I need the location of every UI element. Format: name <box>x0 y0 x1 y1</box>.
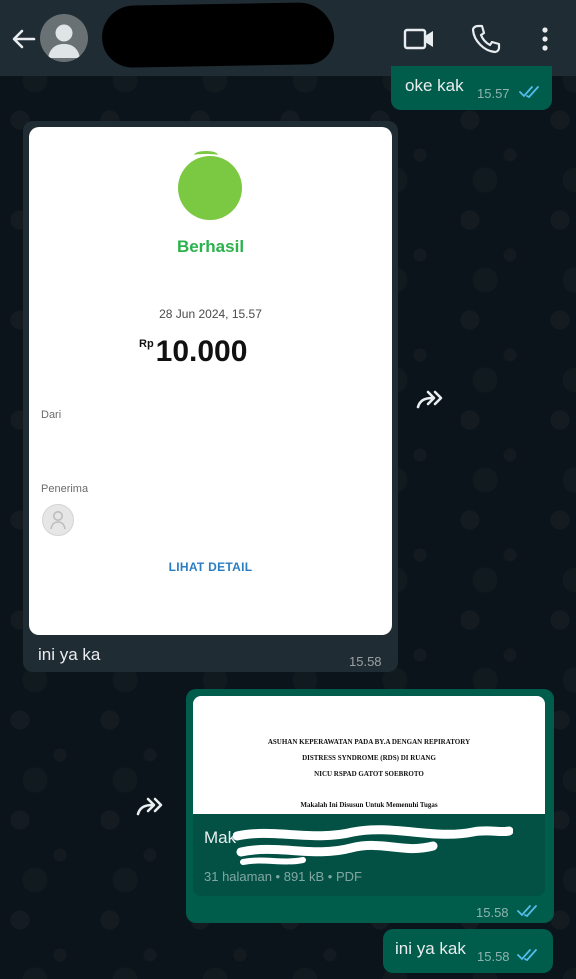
receipt-amount: Rp10.000 <box>139 335 247 369</box>
forward-icon <box>136 797 163 816</box>
receipt-currency: Rp <box>139 338 154 350</box>
document-preview-line: DISTRESS SYNDROME (RDS) DI RUANG <box>302 754 436 762</box>
chat-header <box>0 0 576 76</box>
back-arrow-icon <box>12 29 36 49</box>
voice-call-icon <box>471 24 501 54</box>
read-ticks-icon <box>517 905 537 918</box>
receipt-receiver-label: Penerima <box>41 483 89 495</box>
payment-receipt-image[interactable]: Berhasil 28 Jun 2024, 15.57 Rp10.000 Dar… <box>29 127 392 635</box>
receiver-avatar <box>42 504 74 536</box>
forward-button[interactable] <box>135 794 167 818</box>
message-time: 15.58 <box>476 905 509 920</box>
more-options-button[interactable] <box>528 22 562 56</box>
outgoing-message-bubble[interactable]: ini ya kak 15.58 <box>383 929 553 973</box>
document-preview-line: NICU RSPAD GATOT SOEBROTO <box>314 770 424 778</box>
document-meta: 31 halaman • 891 kB • PDF <box>204 869 362 884</box>
message-time: 15.58 <box>477 949 510 964</box>
document-preview-line: ASUHAN KEPERAWATAN PADA BY.A DENGAN REPI… <box>267 738 471 746</box>
success-icon-accent <box>194 151 218 159</box>
read-ticks-icon <box>519 86 539 99</box>
message-time: 15.57 <box>477 86 510 101</box>
image-caption: ini ya ka <box>38 645 101 664</box>
contact-name-redacted[interactable] <box>101 1 335 69</box>
receipt-datetime: 28 Jun 2024, 15.57 <box>159 307 262 321</box>
voice-call-button[interactable] <box>469 22 503 56</box>
avatar-icon <box>48 24 80 58</box>
message-text: oke kak <box>405 76 464 95</box>
video-call-icon <box>403 28 433 50</box>
receipt-from-label: Dari <box>41 409 62 421</box>
receipt-amount-value: 10.000 <box>155 335 248 368</box>
read-ticks-icon <box>517 949 537 962</box>
forward-icon <box>416 390 443 409</box>
contact-avatar[interactable] <box>40 14 88 62</box>
message-time: 15.58 <box>349 654 382 669</box>
document-info[interactable]: Mak 31 halaman • 891 kB • PDF <box>193 814 545 896</box>
back-button[interactable] <box>8 24 38 54</box>
document-filename-start: Mak <box>204 828 237 847</box>
message-text: ini ya kak <box>395 939 466 958</box>
document-preview-line: Makalah Ini Disusun Untuk Memenuhi Tugas <box>300 801 438 809</box>
user-icon <box>50 511 66 530</box>
receipt-status: Berhasil <box>176 237 245 256</box>
forward-button[interactable] <box>415 387 447 411</box>
view-detail-link[interactable]: LIHAT DETAIL <box>29 560 392 574</box>
redaction-scribble <box>233 825 513 865</box>
video-call-button[interactable] <box>402 22 436 56</box>
document-preview[interactable]: ASUHAN KEPERAWATAN PADA BY.A DENGAN REPI… <box>193 696 545 814</box>
outgoing-message-bubble[interactable]: oke kak 15.57 <box>391 66 552 110</box>
more-vert-icon <box>542 27 548 51</box>
success-icon <box>178 156 242 220</box>
